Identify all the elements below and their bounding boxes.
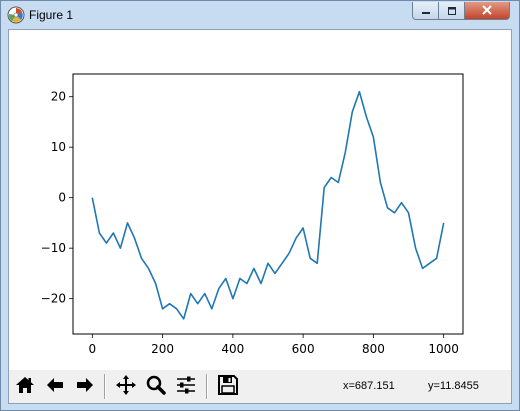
axes-frame [72, 73, 464, 335]
minimize-icon [420, 1, 432, 20]
cursor-y-readout: y=11.8455 [428, 380, 479, 392]
pan-button[interactable] [112, 373, 139, 400]
arrow-left-icon [44, 374, 66, 400]
back-button[interactable] [41, 373, 68, 400]
forward-button[interactable] [71, 373, 98, 400]
maximize-icon [446, 1, 458, 20]
toolbar-separator [104, 374, 105, 399]
move-icon [115, 374, 137, 400]
close-button[interactable] [464, 2, 510, 20]
x-tick-label: 600 [292, 342, 315, 356]
x-tick-label: 1000 [428, 342, 459, 356]
cursor-x-readout: x=687.151 [343, 380, 395, 392]
navigation-toolbar: x=687.151 y=11.8455 [9, 370, 511, 403]
y-tick-label: 10 [51, 140, 66, 154]
arrow-right-icon [74, 374, 96, 400]
figure-client-area: 0 200 400 600 800 1000 −20 −10 0 10 20 x… [8, 29, 512, 404]
close-icon [480, 1, 494, 20]
maximize-button[interactable] [438, 2, 465, 20]
y-tick-label: −10 [41, 241, 66, 255]
y-tick-label: 0 [58, 191, 66, 205]
home-button[interactable] [11, 373, 38, 400]
minimize-button[interactable] [412, 2, 439, 20]
window-title: Figure 1 [29, 8, 74, 22]
x-tick-label: 200 [151, 342, 174, 356]
magnifier-icon [145, 374, 167, 400]
x-axis: 0 200 400 600 800 1000 [89, 334, 459, 356]
figure-canvas[interactable]: 0 200 400 600 800 1000 −20 −10 0 10 20 [9, 30, 511, 370]
floppy-disk-icon [217, 374, 239, 400]
line-chart[interactable]: 0 200 400 600 800 1000 −20 −10 0 10 20 [9, 30, 511, 370]
zoom-button[interactable] [142, 373, 169, 400]
y-tick-label: 20 [51, 90, 66, 104]
matplotlib-icon [7, 6, 25, 24]
configure-subplots-button[interactable] [172, 373, 199, 400]
title-bar[interactable]: Figure 1 [1, 1, 519, 29]
figure-window: Figure 1 0 200 400 600 800 1000 −20 −10 0 10 20 [0, 0, 520, 411]
y-tick-label: −20 [41, 292, 66, 306]
save-button[interactable] [214, 373, 241, 400]
x-tick-label: 800 [362, 342, 385, 356]
sliders-icon [175, 374, 197, 400]
y-axis: −20 −10 0 10 20 [41, 90, 73, 306]
toolbar-separator [206, 374, 207, 399]
x-tick-label: 400 [221, 342, 244, 356]
home-icon [14, 374, 36, 400]
x-tick-label: 0 [89, 342, 97, 356]
